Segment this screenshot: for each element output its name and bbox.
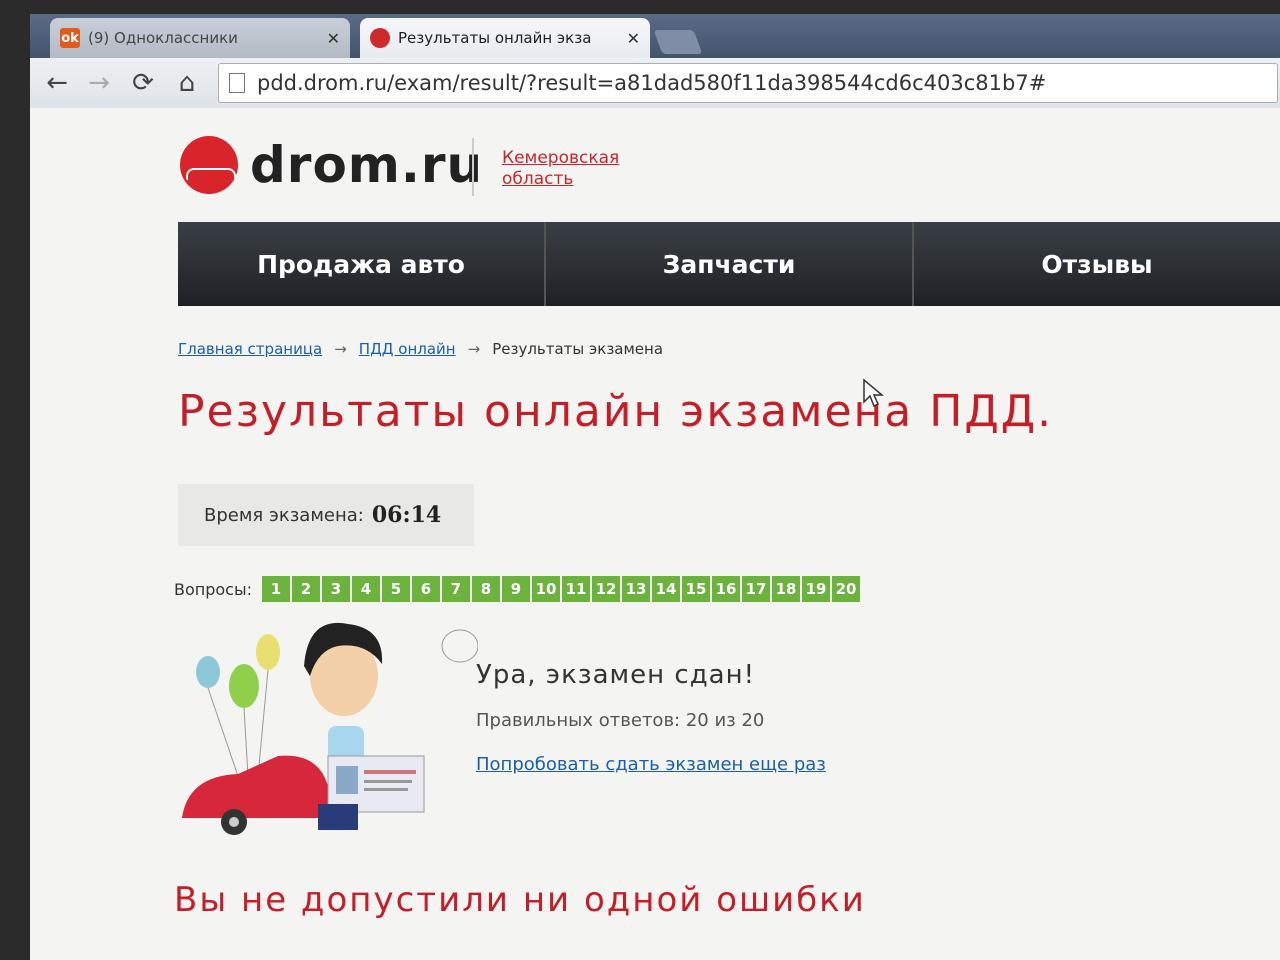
arrow-left-icon[interactable]: ← (40, 66, 74, 100)
question-box[interactable]: 2 (292, 576, 320, 602)
balloon-green-icon (229, 664, 259, 708)
logo-text: drom.ru (250, 136, 484, 194)
success-illustration (182, 622, 478, 835)
tab-bar: ok (9) Одноклассники ✕ Результаты онлайн… (30, 14, 1280, 58)
tab-exam-results[interactable]: Результаты онлайн экза ✕ (360, 18, 650, 58)
tab-label: (9) Одноклассники (88, 29, 238, 47)
question-box[interactable]: 5 (382, 576, 410, 602)
question-box[interactable]: 13 (622, 576, 650, 602)
drom-logo-icon (180, 136, 238, 194)
close-icon[interactable]: ✕ (627, 29, 640, 48)
tab-label: Результаты онлайн экза (398, 29, 592, 47)
question-box[interactable]: 19 (802, 576, 830, 602)
balloon-yellow-icon (256, 634, 280, 670)
retry-exam-link[interactable]: Попробовать сдать экзамен еще раз (476, 754, 826, 775)
question-box[interactable]: 14 (652, 576, 680, 602)
site-logo[interactable]: drom.ru (180, 136, 483, 194)
exam-time-label: Время экзамена: (204, 504, 364, 526)
region-link[interactable]: Кемеровская область (502, 148, 642, 190)
page-content: drom.ru Кемеровская область Продажа авто… (30, 108, 1280, 960)
speech-bubble-icon (441, 629, 478, 663)
questions-list: 1 2 3 4 5 6 7 8 9 10 11 12 13 14 15 16 17 18 19 20 (262, 576, 862, 602)
breadcrumb-pdd[interactable]: ПДД онлайн (359, 340, 456, 358)
exam-time-box: Время экзамена: 06:14 (178, 484, 474, 546)
question-box[interactable]: 20 (832, 576, 860, 602)
home-icon[interactable]: ⌂ (170, 66, 204, 100)
browser-toolbar: ← → ⟳ ⌂ pdd.drom.ru/exam/result/?result=… (30, 58, 1280, 109)
question-box[interactable]: 3 (322, 576, 350, 602)
question-box[interactable]: 11 (562, 576, 590, 602)
menu-item-parts[interactable]: Запчасти (546, 222, 914, 306)
question-box[interactable]: 4 (352, 576, 380, 602)
question-box[interactable]: 18 (772, 576, 800, 602)
breadcrumb-current: Результаты экзамена (492, 340, 664, 358)
question-box[interactable]: 10 (532, 576, 560, 602)
page-icon (229, 73, 245, 93)
question-box[interactable]: 16 (712, 576, 740, 602)
drom-favicon-icon (370, 28, 390, 48)
odnoklassniki-favicon-icon: ok (60, 28, 80, 48)
main-menu: Продажа авто Запчасти Отзывы (178, 222, 1280, 306)
red-car-icon (182, 755, 336, 818)
question-box[interactable]: 12 (592, 576, 620, 602)
question-box[interactable]: 6 (412, 576, 440, 602)
mouse-cursor-icon (863, 378, 884, 408)
exam-time-value: 06:14 (371, 502, 442, 528)
tab-odnoklassniki[interactable]: ok (9) Одноклассники ✕ (50, 18, 350, 58)
question-box[interactable]: 1 (262, 576, 290, 602)
breadcrumb-separator: → (467, 340, 481, 358)
question-box[interactable]: 17 (742, 576, 770, 602)
breadcrumb-home[interactable]: Главная страница (178, 340, 322, 358)
balloon-blue-icon (196, 656, 220, 688)
result-score: Правильных ответов: 20 из 20 (476, 710, 765, 731)
close-icon[interactable]: ✕ (327, 29, 340, 48)
arrow-right-icon[interactable]: → (82, 66, 116, 100)
questions-row: Вопросы: 1 2 3 4 5 6 7 8 9 10 11 12 13 14 15 16 17 18 19 20 (174, 576, 862, 602)
address-bar[interactable]: pdd.drom.ru/exam/result/?result=a81dad58… (218, 63, 1278, 103)
breadcrumb: Главная страница → ПДД онлайн → Результа… (178, 340, 663, 358)
menu-item-reviews[interactable]: Отзывы (914, 222, 1280, 306)
result-heading: Ура, экзамен сдан! (476, 660, 756, 690)
page-title: Результаты онлайн экзамена ПДД. (178, 386, 1054, 437)
new-tab-button[interactable] (653, 30, 703, 54)
question-box[interactable]: 8 (472, 576, 500, 602)
no-errors-message: Вы не допустили ни одной ошибки (174, 880, 866, 920)
question-box[interactable]: 7 (442, 576, 470, 602)
question-box[interactable]: 9 (502, 576, 530, 602)
questions-label: Вопросы: (174, 579, 252, 599)
breadcrumb-separator: → (334, 340, 347, 358)
url-text: pdd.drom.ru/exam/result/?result=a81dad58… (257, 71, 1047, 95)
question-box[interactable]: 15 (682, 576, 710, 602)
reload-icon[interactable]: ⟳ (126, 66, 160, 100)
logo-divider (472, 138, 474, 196)
menu-item-cars[interactable]: Продажа авто (178, 222, 546, 306)
